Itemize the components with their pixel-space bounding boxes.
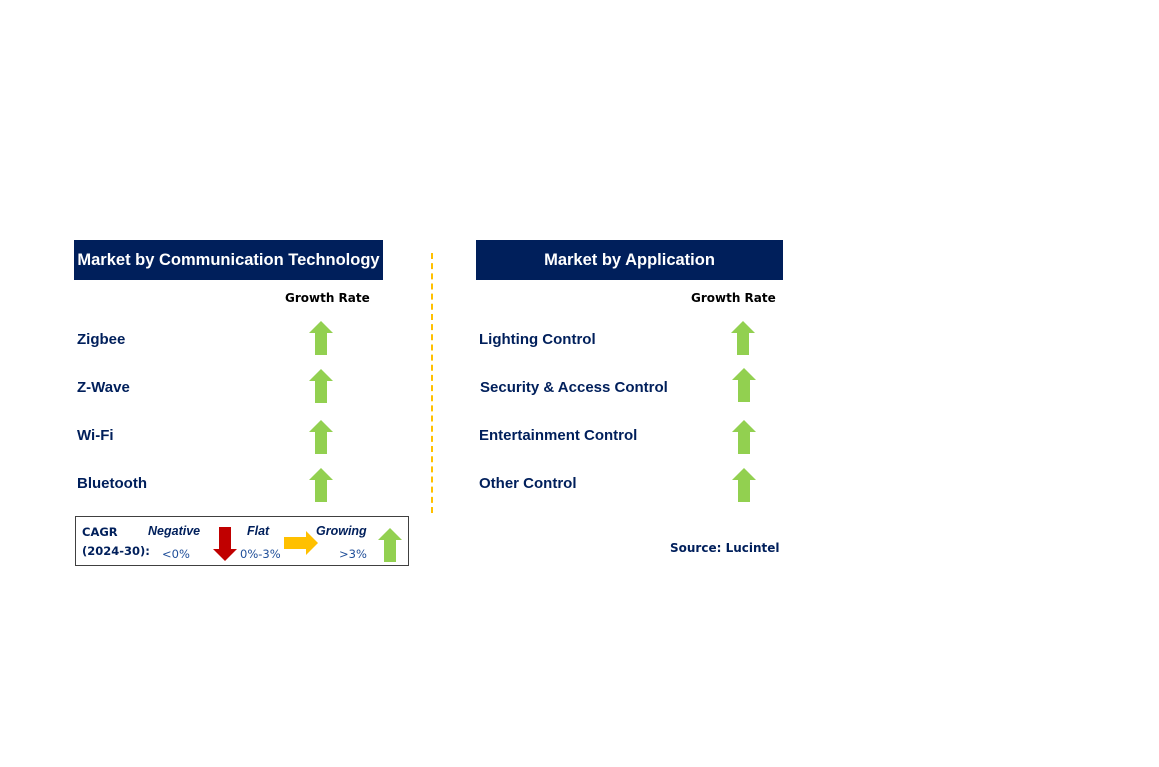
right-item-label: Entertainment Control (479, 427, 638, 444)
up-arrow-icon (309, 420, 333, 454)
panel-divider (431, 253, 433, 513)
legend-cagr-label: CAGR (82, 525, 118, 539)
up-arrow-icon (732, 468, 756, 502)
right-growth-rate-label: Growth Rate (691, 291, 776, 305)
left-item-label: Wi-Fi (77, 427, 114, 444)
left-item-label: Bluetooth (77, 475, 147, 492)
right-panel-title: Market by Application (476, 240, 783, 280)
right-item-label: Security & Access Control (480, 379, 668, 396)
right-item-label: Lighting Control (479, 331, 596, 348)
up-arrow-icon (731, 321, 755, 355)
legend-cagr-period: (2024-30): (82, 544, 150, 558)
right-item-label: Other Control (479, 475, 577, 492)
legend-growing-range: >3% (339, 547, 367, 561)
left-growth-rate-label: Growth Rate (285, 291, 370, 305)
up-arrow-icon (309, 468, 333, 502)
left-item-label: Zigbee (77, 331, 126, 348)
up-arrow-icon (378, 528, 402, 562)
right-arrow-icon (284, 531, 318, 555)
up-arrow-icon (732, 420, 756, 454)
legend-flat-label: Flat (247, 524, 270, 538)
cagr-legend: CAGR (2024-30): Negative <0% Flat 0%-3% … (75, 516, 409, 566)
up-arrow-icon (309, 369, 333, 403)
down-arrow-icon (213, 527, 237, 561)
up-arrow-icon (309, 321, 333, 355)
legend-flat-range: 0%-3% (240, 547, 281, 561)
left-item-label: Z-Wave (77, 379, 130, 396)
legend-negative-range: <0% (162, 547, 190, 561)
source-label: Source: Lucintel (670, 541, 780, 555)
legend-negative-label: Negative (148, 524, 201, 538)
left-panel-title: Market by Communication Technology (74, 240, 383, 280)
legend-growing-label: Growing (316, 524, 367, 538)
up-arrow-icon (732, 368, 756, 402)
